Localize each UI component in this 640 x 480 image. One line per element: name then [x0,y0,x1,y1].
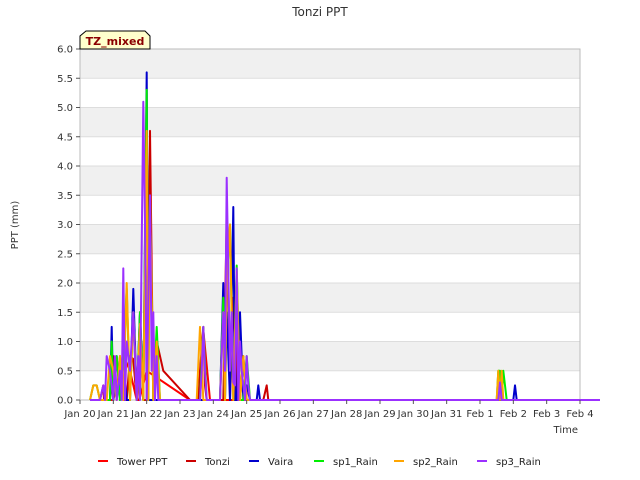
x-tick-label: Jan 31 [430,409,462,420]
legend-label-sp2-rain: sp2_Rain [413,457,458,468]
legend-label-tower-ppt: Tower PPT [116,457,168,468]
x-tick-label: Feb 4 [566,409,593,420]
x-tick-label: Feb 3 [533,409,560,420]
x-tick-label: Jan 24 [197,409,229,420]
x-tick-label: Feb 2 [500,409,527,420]
legend: Tower PPT Tonzi Vaira sp1_Rain sp2_Rain sp3_R… [98,457,541,468]
legend-label-vaira: Vaira [268,457,293,468]
grid-band [80,107,580,137]
y-tick-label: 4.5 [57,132,73,143]
y-tick-label: 3.5 [57,191,73,202]
y-axis-ticks: 0.0 0.5 1.0 1.5 2.0 2.5 3.0 3.5 4.0 4.5 5.0 5.5 6.0 [57,45,80,407]
y-tick-label: 0.0 [57,396,73,407]
badge-label: TZ_mixed [86,35,145,48]
y-tick-label: 5.0 [57,103,73,114]
y-tick-label: 1.0 [57,337,73,348]
x-axis-ticks: Jan 20 Jan 21 Jan 22 Jan 23 Jan 24 Jan 25 Jan … [63,400,594,420]
legend-label-sp1-rain: sp1_Rain [333,457,378,468]
x-tick-label: Jan 22 [130,409,162,420]
y-tick-label: 1.5 [57,308,73,319]
y-tick-label: 2.5 [57,249,73,260]
legend-label-sp3-rain: sp3_Rain [496,457,541,468]
x-axis-label: Time [553,425,578,436]
y-tick-label: 5.5 [57,74,73,85]
grid-band [80,283,580,313]
y-tick-label: 6.0 [57,45,73,56]
tonzi-ppt-chart: Tonzi PPT 0.0 0.5 1.0 1.5 2.0 2.5 3.0 3.5 4.0 4.5… [10,5,600,468]
x-tick-label: Jan 30 [397,409,429,420]
badge: TZ_mixed [79,30,151,50]
x-tick-label: Feb 1 [466,409,493,420]
y-tick-label: 0.5 [57,366,73,377]
x-tick-label: Jan 26 [263,409,295,420]
x-tick-label: Jan 27 [297,409,329,420]
y-tick-label: 2.0 [57,279,73,290]
x-tick-label: Jan 29 [363,409,395,420]
y-tick-label: 3.0 [57,220,73,231]
x-tick-label: Jan 23 [163,409,195,420]
x-tick-label: Jan 20 [63,409,95,420]
x-tick-label: Jan 21 [97,409,129,420]
grid-band [80,224,580,254]
y-axis-label: PPT (mm) [10,201,21,250]
chart-title: Tonzi PPT [291,5,348,19]
legend-label-tonzi: Tonzi [204,457,230,468]
plot-background-bands [80,49,580,371]
y-tick-label: 4.0 [57,162,73,173]
x-tick-label: Jan 28 [330,409,362,420]
x-tick-label: Jan 25 [230,409,262,420]
grid-band [80,49,580,79]
grid-band [80,166,580,196]
